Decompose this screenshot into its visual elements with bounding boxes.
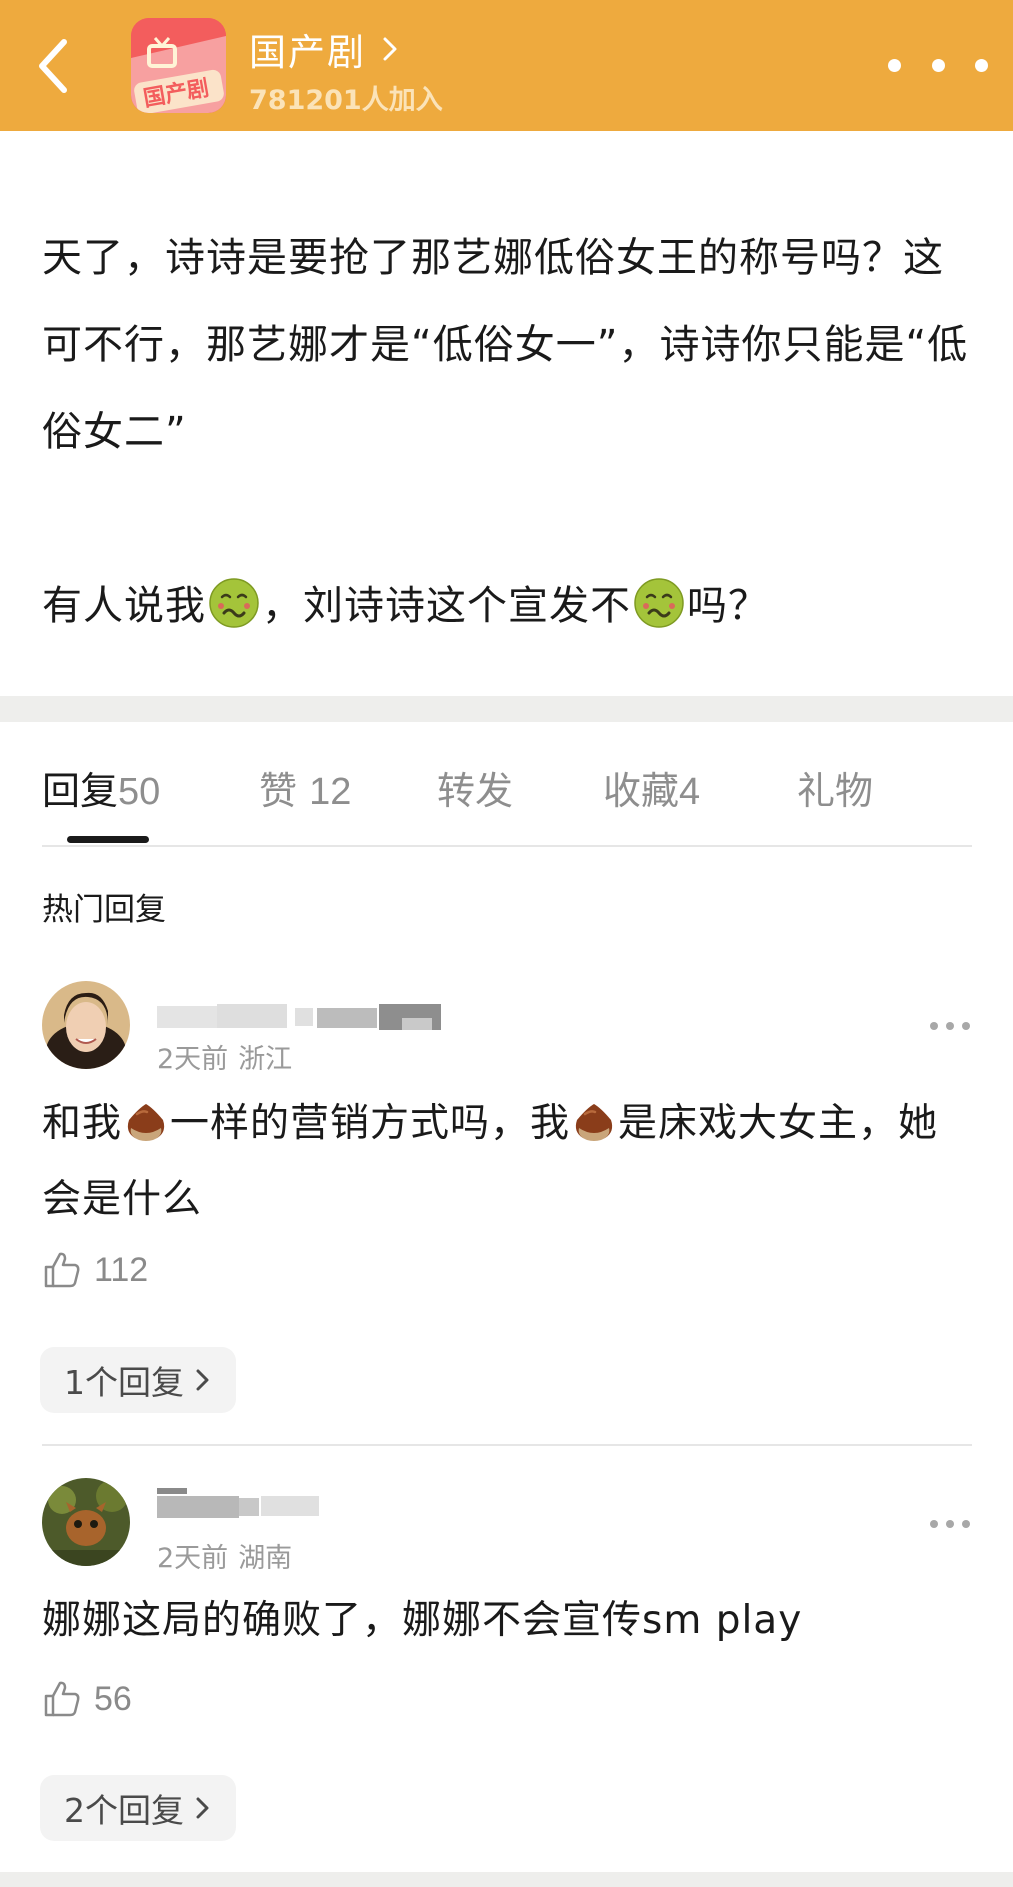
thumbs-up-icon	[44, 1681, 80, 1717]
tab-label: 转发	[437, 769, 514, 813]
more-dot-icon	[946, 1520, 954, 1528]
tabs-divider	[42, 845, 972, 847]
group-title-link[interactable]: 国产剧	[249, 22, 398, 76]
group-avatar[interactable]: 国产剧	[131, 18, 226, 113]
comment-divider	[42, 1444, 972, 1446]
post-text-segment: ，刘诗诗这个宣发不	[262, 583, 631, 629]
post-paragraph: 有人说我 ，刘诗诗这个宣发不 吗？	[42, 563, 982, 650]
post-action-tabs: 回复50 赞 12 转发 收藏4 礼物	[0, 760, 1013, 820]
like-count: 112	[94, 1250, 149, 1289]
view-replies-button[interactable]: 2个回复	[40, 1775, 236, 1841]
tab-label: 回复	[42, 769, 119, 813]
comment-text-segment: 一样的营销方式吗，我	[170, 1101, 571, 1146]
post-content: 天了，诗诗是要抢了那艺娜低俗女王的称号吗？这可不行，那艺娜才是“低俗女一”，诗诗…	[42, 215, 982, 650]
chestnut-emoji-icon	[575, 1104, 613, 1141]
tv-logo-icon: 国产剧	[131, 18, 226, 113]
tab-repost[interactable]: 转发	[437, 760, 513, 815]
more-dot-icon	[946, 1022, 954, 1030]
tab-replies[interactable]: 回复50	[42, 760, 160, 815]
blurred-username-icon	[157, 1488, 319, 1518]
like-count: 56	[94, 1679, 132, 1718]
active-tab-indicator	[67, 836, 149, 843]
avatar[interactable]	[42, 981, 130, 1069]
post-text-segment: 吗？	[687, 583, 769, 629]
tab-count: 4	[679, 771, 701, 813]
chevron-right-icon	[196, 1369, 209, 1391]
comment-time: 2天前	[157, 1044, 229, 1075]
replies-label: 1个回复	[64, 1363, 184, 1402]
tab-likes[interactable]: 赞 12	[259, 760, 351, 815]
more-dot-icon	[931, 58, 945, 72]
back-button[interactable]	[30, 34, 80, 98]
chevron-right-icon	[383, 37, 397, 61]
username-blurred[interactable]	[157, 1000, 442, 1034]
section-divider	[0, 696, 1013, 722]
comment-meta: 2天前 湖南	[157, 1536, 292, 1575]
group-name: 国产剧	[249, 31, 366, 74]
chestnut-emoji-icon	[127, 1104, 165, 1141]
hot-replies-heading: 热门回复	[42, 892, 166, 928]
view-replies-button[interactable]: 1个回复	[40, 1347, 236, 1413]
more-dot-icon	[888, 58, 901, 72]
more-dot-icon	[962, 1520, 970, 1528]
tab-favorites[interactable]: 收藏4	[603, 760, 700, 815]
nauseated-face-emoji-icon	[634, 578, 684, 628]
comment-time: 2天前	[157, 1543, 229, 1574]
like-button[interactable]: 112	[42, 1250, 148, 1290]
more-options-button[interactable]	[888, 47, 988, 83]
comment-text: 娜娜这局的确败了，娜娜不会宣传sm play	[42, 1598, 803, 1643]
blurred-username-icon	[157, 1004, 441, 1030]
user-avatar-image	[42, 1478, 130, 1566]
like-button[interactable]: 56	[42, 1679, 132, 1719]
avatar[interactable]	[42, 1478, 130, 1566]
top-bar: 国产剧 国产剧 781201人加入	[0, 0, 1013, 131]
chevron-right-icon	[196, 1797, 209, 1819]
tab-count: 12	[309, 771, 352, 813]
post-paragraph: 天了，诗诗是要抢了那艺娜低俗女王的称号吗？这可不行，那艺娜才是“低俗女一”，诗诗…	[42, 235, 969, 455]
username-blurred[interactable]	[157, 1486, 322, 1520]
comment-meta: 2天前 浙江	[157, 1037, 292, 1076]
comment-text: 和我 一样的营销方式吗，我 是床戏大女主，她会是什么	[42, 1086, 972, 1238]
more-dot-icon	[962, 1022, 970, 1030]
comment-text-segment: 和我	[42, 1101, 123, 1146]
chevron-left-icon	[39, 39, 67, 93]
more-dot-icon	[930, 1022, 938, 1030]
more-dot-icon	[930, 1520, 938, 1528]
comment-location: 浙江	[238, 1044, 293, 1075]
post-text-segment: 有人说我	[42, 583, 206, 629]
comment-location: 湖南	[238, 1543, 293, 1574]
tab-count: 50	[118, 771, 161, 813]
tab-gifts[interactable]: 礼物	[797, 760, 873, 815]
tab-label: 赞	[259, 769, 298, 813]
replies-label: 2个回复	[64, 1791, 184, 1830]
bottom-divider	[0, 1872, 1013, 1887]
user-avatar-image	[42, 981, 130, 1069]
more-dot-icon	[975, 58, 988, 72]
comment-more-button[interactable]	[930, 1022, 970, 1032]
member-count: 781201人加入	[249, 85, 443, 116]
nauseated-face-emoji-icon	[209, 578, 259, 628]
tab-label: 收藏	[603, 769, 680, 813]
tab-label: 礼物	[797, 769, 874, 813]
thumbs-up-icon	[44, 1252, 80, 1288]
comment-more-button[interactable]	[930, 1520, 970, 1530]
